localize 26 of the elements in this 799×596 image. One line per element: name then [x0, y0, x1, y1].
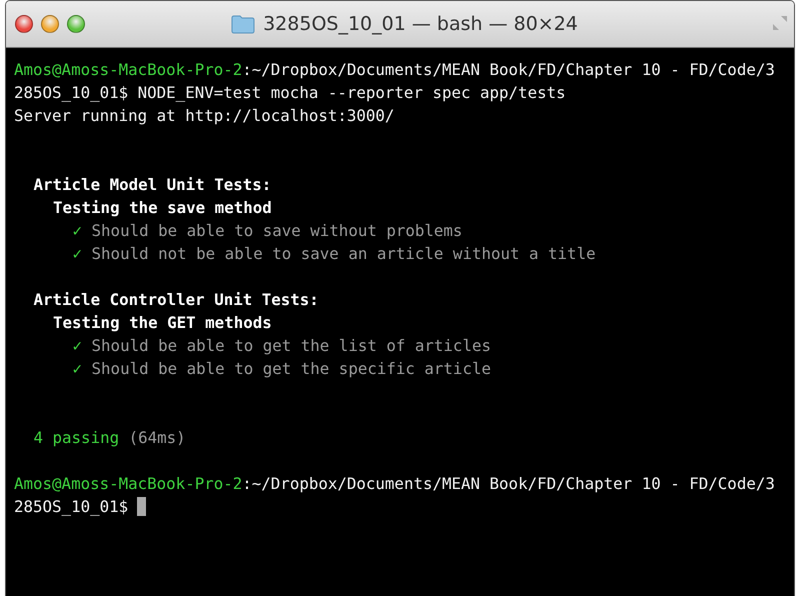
terminal-output: Server running at http://localhost:3000/ — [14, 105, 394, 127]
test-title: Should be able to get the list of articles — [90, 335, 491, 357]
prompt-path: :~/Dropbox/Documents/MEAN Book/FD/Chapter 10 - FD/Code/3 — [242, 473, 775, 495]
terminal-output: 285OS_10_01$ NODE_ENV=test mocha --reporter spec app/tests — [14, 82, 566, 104]
test-title: Should not be able to save an article without a title — [90, 243, 596, 265]
suite-title: Article Model Unit Tests: — [34, 174, 272, 196]
window-title: 3285OS_10_01 — bash — 80×24 — [263, 13, 578, 35]
prompt-user-host: Amos@Amoss-MacBook-Pro-2 — [14, 473, 242, 495]
minimize-button[interactable] — [41, 15, 59, 33]
prompt-user-host: Amos@Amoss-MacBook-Pro-2 — [14, 59, 242, 81]
zoom-button[interactable] — [67, 15, 85, 33]
terminal-output: 285OS_10_01$ — [14, 496, 128, 518]
test-duration: (64ms) — [128, 427, 186, 449]
test-title: Should be able to save without problems — [90, 220, 462, 242]
check-icon: ✓ — [72, 357, 82, 380]
check-icon: ✓ — [72, 334, 82, 357]
prompt-path: :~/Dropbox/Documents/MEAN Book/FD/Chapter 10 - FD/Code/3 — [242, 59, 775, 81]
close-button[interactable] — [15, 15, 33, 33]
folder-icon — [231, 14, 256, 34]
passing-count: 4 passing — [34, 427, 120, 449]
suite-title: Testing the save method — [53, 197, 272, 219]
suite-title: Testing the GET methods — [53, 312, 272, 334]
check-icon: ✓ — [72, 219, 82, 242]
test-title: Should be able to get the specific article — [90, 358, 491, 380]
check-icon: ✓ — [72, 242, 82, 265]
suite-title: Article Controller Unit Tests: — [34, 289, 319, 311]
